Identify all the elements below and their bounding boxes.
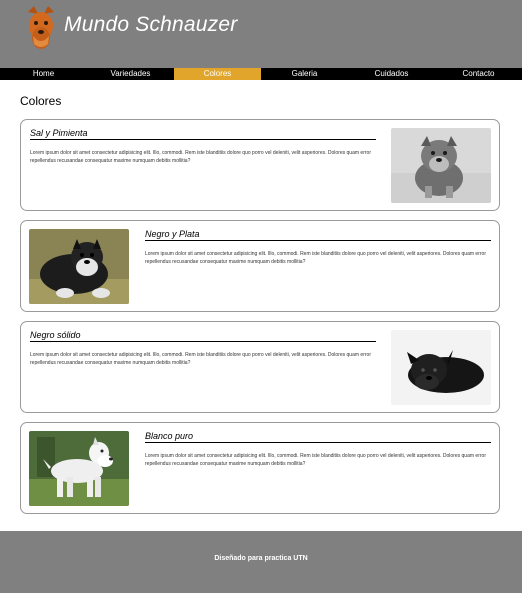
nav-item-variedades[interactable]: Variedades bbox=[87, 68, 174, 80]
schnauzer-black-silver-image bbox=[29, 229, 129, 304]
nav-item-colores[interactable]: Colores bbox=[174, 68, 261, 80]
card-description: Lorem ipsum dolor sit amet consectetur a… bbox=[145, 453, 486, 467]
site-header: Mundo Schnauzer bbox=[0, 0, 522, 68]
nav-item-galeria[interactable]: Galeria bbox=[261, 68, 348, 80]
card-title: Sal y Pimienta bbox=[30, 128, 376, 140]
color-card-sal-pimienta: Sal y Pimienta Lorem ipsum dolor sit ame… bbox=[20, 119, 500, 211]
color-card-negro-solido: Negro sólido Lorem ipsum dolor sit amet … bbox=[20, 321, 500, 413]
footer-text: Diseñado para practica UTN bbox=[214, 555, 308, 562]
schnauzer-salt-pepper-image bbox=[391, 128, 491, 203]
page-title: Colores bbox=[20, 94, 62, 108]
card-title: Negro y Plata bbox=[145, 229, 491, 241]
main-nav: Home Variedades Colores Galeria Cuidados… bbox=[0, 68, 522, 80]
nav-item-home[interactable]: Home bbox=[0, 68, 87, 80]
card-title: Negro sólido bbox=[30, 330, 376, 342]
card-description: Lorem ipsum dolor sit amet consectetur a… bbox=[30, 352, 371, 366]
schnauzer-pure-white-image bbox=[29, 431, 129, 506]
site-footer: Diseñado para practica UTN bbox=[0, 531, 522, 593]
nav-item-cuidados[interactable]: Cuidados bbox=[348, 68, 435, 80]
color-card-negro-plata: Negro y Plata Lorem ipsum dolor sit amet… bbox=[20, 220, 500, 312]
nav-item-contacto[interactable]: Contacto bbox=[435, 68, 522, 80]
card-title: Blanco puro bbox=[145, 431, 491, 443]
card-description: Lorem ipsum dolor sit amet consectetur a… bbox=[145, 251, 486, 265]
schnauzer-solid-black-image bbox=[391, 330, 491, 405]
color-card-blanco-puro: Blanco puro Lorem ipsum dolor sit amet c… bbox=[20, 422, 500, 514]
site-title: Mundo Schnauzer bbox=[64, 13, 238, 36]
card-description: Lorem ipsum dolor sit amet consectetur a… bbox=[30, 150, 371, 164]
schnauzer-logo-icon[interactable] bbox=[24, 6, 58, 50]
